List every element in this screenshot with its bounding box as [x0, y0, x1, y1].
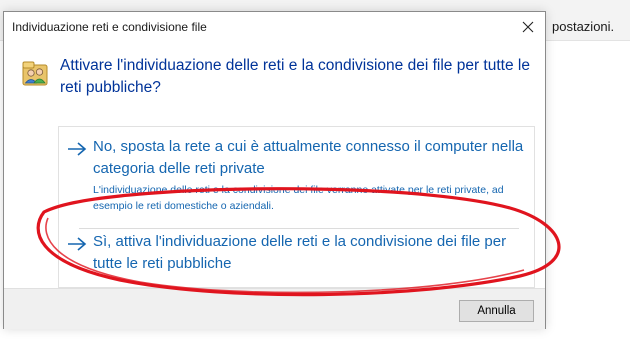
dialog-question: Attivare l'individuazione delle reti e l… — [60, 57, 530, 96]
network-discovery-dialog: Individuazione reti e condivisione file … — [3, 11, 546, 329]
dialog-title: Individuazione reti e condivisione file — [12, 20, 207, 34]
option-public-title: Sì, attiva l'individuazione delle reti e… — [93, 233, 507, 272]
arrow-right-icon — [68, 237, 87, 251]
options-panel: No, sposta la rete a cui è attualmente c… — [58, 126, 535, 288]
background-text: postazioni. — [552, 19, 615, 34]
options-divider — [79, 228, 519, 229]
dialog-titlebar: Individuazione reti e condivisione file — [4, 12, 545, 41]
close-button[interactable] — [511, 12, 545, 41]
dialog-footer: Annulla — [4, 288, 545, 329]
option-private-network[interactable]: No, sposta la rete a cui è attualmente c… — [59, 136, 534, 224]
close-icon — [522, 21, 534, 32]
option-private-description: L'individuazione delle reti e la condivi… — [93, 184, 504, 212]
option-private-title: No, sposta la rete a cui è attualmente c… — [93, 138, 524, 177]
cancel-button[interactable]: Annulla — [459, 300, 534, 322]
network-sharing-icon — [22, 61, 48, 86]
arrow-right-icon — [68, 142, 87, 156]
option-public-network[interactable]: Sì, attiva l'individuazione delle reti e… — [59, 231, 534, 287]
